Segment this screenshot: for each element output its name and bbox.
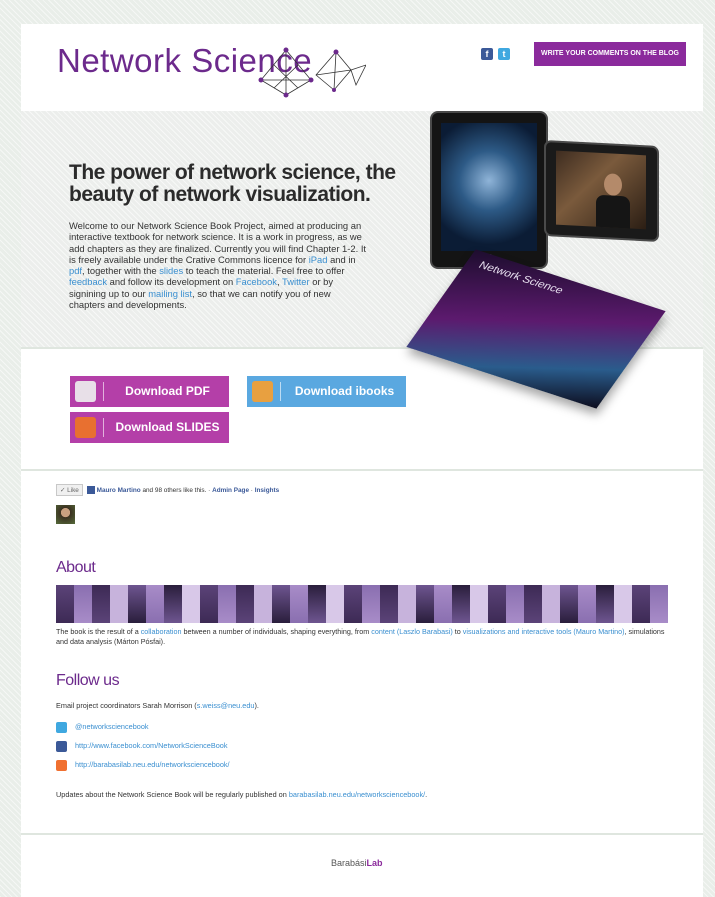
write-comments-blog-button[interactable]: WRITE YOUR COMMENTS ON THE BLOG [534, 42, 686, 66]
facebook-icon[interactable]: f [481, 48, 493, 60]
liker-name[interactable]: Mauro Martino [97, 487, 141, 494]
admin-page-link[interactable]: Admin Page [212, 487, 249, 494]
facebook-small-icon [86, 486, 95, 495]
downloads-section: Download PDF Download ibooks Download SL… [21, 349, 703, 471]
download-ibooks-button[interactable]: Download ibooks [247, 376, 406, 407]
facebook-like-row: ✓ Like Mauro Martino and 98 others like … [56, 484, 279, 496]
network-logo-icon [258, 47, 366, 98]
ipad-link[interactable]: iPad [309, 254, 328, 265]
insights-link[interactable]: Insights [255, 487, 280, 494]
pdf-link[interactable]: pdf [69, 265, 82, 276]
twitter-icon[interactable]: t [498, 48, 510, 60]
download-pdf-button[interactable]: Download PDF [70, 376, 229, 407]
twitter-link[interactable]: Twitter [282, 276, 310, 287]
hero-section: The power of network science, the beauty… [21, 111, 703, 409]
pdf-icon [75, 381, 96, 402]
feedback-link[interactable]: feedback [69, 276, 107, 287]
ibooks-icon [252, 381, 273, 402]
like-button[interactable]: ✓ Like [56, 484, 83, 496]
mailing-list-link[interactable]: mailing list [148, 288, 192, 299]
ipad-network-image [430, 111, 548, 269]
hero-intro-text: Welcome to our Network Science Book Proj… [69, 220, 367, 311]
page: Network Science f t WRITE YOUR COMMENTS … [21, 24, 703, 897]
ipad-video-image [544, 139, 659, 243]
slides-icon [75, 417, 96, 438]
slides-link[interactable]: slides [159, 265, 183, 276]
facebook-link[interactable]: Facebook [236, 276, 277, 287]
download-slides-button[interactable]: Download SLIDES [70, 412, 229, 443]
site-header: Network Science f t WRITE YOUR COMMENTS … [21, 24, 703, 111]
hero-title: The power of network science, the beauty… [69, 161, 396, 206]
